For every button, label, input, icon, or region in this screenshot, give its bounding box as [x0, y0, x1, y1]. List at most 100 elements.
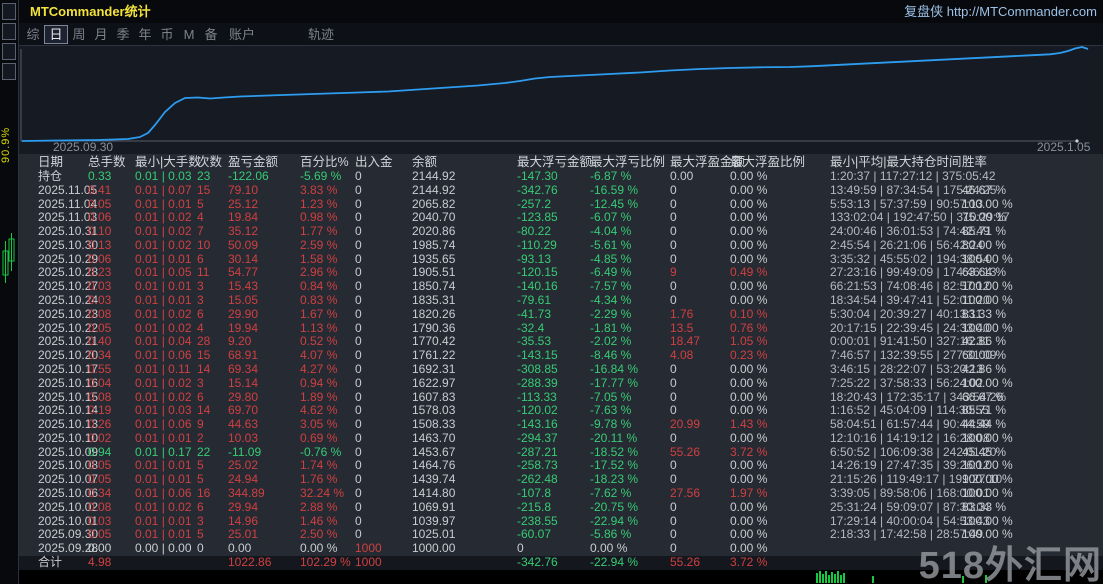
cell: 0.34	[88, 487, 135, 501]
cell	[412, 556, 517, 570]
col-header[interactable]: 最小|平均|最大持仓时间	[830, 154, 962, 170]
table-row[interactable]: 2025.10.290.060.01 | 0.01630.141.58 %019…	[18, 253, 1103, 267]
cell: 15	[197, 349, 228, 363]
cell: 2:45:54 | 26:21:06 | 56:42:24	[830, 239, 962, 253]
toolbar-button[interactable]	[2, 23, 16, 40]
col-header[interactable]: 最大浮盈比例	[730, 154, 830, 170]
col-header[interactable]: 百分比%	[300, 154, 355, 170]
table-row[interactable]: 2025.10.060.340.01 | 0.0616344.8932.24 %…	[18, 487, 1103, 501]
toolbar-button[interactable]	[2, 43, 16, 60]
menu-item-M[interactable]: M	[178, 26, 200, 43]
table-row[interactable]: 2025.10.100.020.01 | 0.01210.030.69 %014…	[18, 432, 1103, 446]
cell: 1000.00	[412, 542, 517, 556]
table-row[interactable]: 2025.11.030.060.01 | 0.02419.840.98 %020…	[18, 211, 1103, 225]
brand-link[interactable]: 复盘侠 http://MTCommander.com	[904, 0, 1097, 23]
table-row[interactable]: 2025.10.240.030.01 | 0.01315.050.83 %018…	[18, 294, 1103, 308]
cell: 0	[355, 515, 412, 529]
table-row[interactable]: 2025.10.210.400.01 | 0.04289.200.52 %017…	[18, 335, 1103, 349]
cell: 21:15:26 | 119:49:17 | 199:27:10	[830, 473, 962, 487]
table-row[interactable]: 2025.10.220.050.01 | 0.02419.941.13 %017…	[18, 322, 1103, 336]
menu-item-币[interactable]: 币	[156, 26, 178, 43]
cell: 7:25:22 | 37:58:33 | 56:24:02	[830, 377, 962, 391]
table-row[interactable]: 2025.11.040.050.01 | 0.01525.121.23 %020…	[18, 198, 1103, 212]
col-header[interactable]: 最小|大手数	[135, 154, 197, 170]
menu-item-日[interactable]: 日	[44, 25, 68, 44]
cell: 20.99	[670, 418, 730, 432]
cell: 2025.11.05	[38, 184, 88, 198]
cell: 0	[670, 211, 730, 225]
col-header[interactable]: 胜率	[962, 154, 1103, 170]
col-header[interactable]: 日期	[38, 154, 88, 170]
menu-item-备[interactable]: 备	[200, 26, 222, 43]
cell: 0.01 | 0.06	[135, 487, 197, 501]
cell: 1.67 %	[300, 308, 355, 322]
table-row[interactable]: 2025.11.050.410.01 | 0.071579.103.83 %02…	[18, 184, 1103, 198]
col-header[interactable]: 出入金	[355, 154, 412, 170]
cell: 0	[355, 446, 412, 460]
table-row[interactable]: 2025.10.160.040.01 | 0.02315.140.94 %016…	[18, 377, 1103, 391]
cell: 0	[670, 473, 730, 487]
table-row[interactable]: 2025.10.270.030.01 | 0.01315.430.84 %018…	[18, 280, 1103, 294]
col-header[interactable]: 最大浮亏比例	[590, 154, 670, 170]
col-header[interactable]: 总手数	[88, 154, 135, 170]
cell: 0	[670, 253, 730, 267]
toolbar-button[interactable]	[2, 3, 16, 20]
cell: 0.01 | 0.11	[135, 363, 197, 377]
cell: 0	[670, 225, 730, 239]
menu-item-综[interactable]: 综	[22, 26, 44, 43]
table-row[interactable]: 2025.10.150.080.01 | 0.02629.801.89 %016…	[18, 391, 1103, 405]
table-row[interactable]: 2025.10.130.260.01 | 0.06944.633.05 %015…	[18, 418, 1103, 432]
cell: -294.37	[517, 432, 590, 446]
cell: -20.75 %	[590, 501, 670, 515]
table-row[interactable]: 2025.10.200.340.01 | 0.061568.914.07 %01…	[18, 349, 1103, 363]
cell: 2025.10.20	[38, 349, 88, 363]
cell: 2020.86	[412, 225, 517, 239]
cell: 5:30:04 | 20:39:27 | 40:13:11	[830, 308, 962, 322]
table-row[interactable]: 持仓0.330.01 | 0.0323-122.06-5.69 %02144.9…	[18, 170, 1103, 184]
win-percent-vertical-label: 90.9%	[0, 103, 18, 187]
menu-item-季[interactable]: 季	[112, 26, 134, 43]
table-row[interactable]: 2025.10.010.030.01 | 0.01314.961.46 %010…	[18, 515, 1103, 529]
table-row[interactable]: 2025.10.070.050.01 | 0.01524.941.76 %014…	[18, 473, 1103, 487]
col-header[interactable]: 最大浮亏金额	[517, 154, 590, 170]
cell: 0	[670, 198, 730, 212]
cell: -9.78 %	[590, 418, 670, 432]
cell: 0.00 %	[730, 170, 830, 184]
cell: 0	[355, 377, 412, 391]
table-row[interactable]: 2025.10.280.230.01 | 0.051154.772.96 %01…	[18, 266, 1103, 280]
table-row[interactable]: 2025.10.300.130.01 | 0.021050.092.59 %01…	[18, 239, 1103, 253]
table-row[interactable]: 2025.10.310.100.01 | 0.02735.121.77 %020…	[18, 225, 1103, 239]
table-row[interactable]: 2025.10.020.080.01 | 0.02629.942.88 %010…	[18, 501, 1103, 515]
col-header[interactable]: 盈亏金额	[228, 154, 300, 170]
table-row[interactable]: 2025.10.140.190.01 | 0.031469.704.62 %01…	[18, 404, 1103, 418]
cell: 0.08	[88, 308, 135, 322]
toolbar-button[interactable]	[2, 63, 16, 80]
cell: -20.11 %	[590, 432, 670, 446]
table-row[interactable]: 2025.10.170.550.01 | 0.111469.344.27 %01…	[18, 363, 1103, 377]
cell: 合计	[38, 556, 88, 570]
table-row[interactable]: 2025.10.230.080.01 | 0.02629.901.67 %018…	[18, 308, 1103, 322]
cell: -8.46 %	[590, 349, 670, 363]
activity-tick	[834, 574, 836, 583]
menu-item-年[interactable]: 年	[134, 26, 156, 43]
cell: 2025.10.31	[38, 225, 88, 239]
cell: 2025.10.13	[38, 418, 88, 432]
menu-item-月[interactable]: 月	[90, 26, 112, 43]
cell: -110.29	[517, 239, 590, 253]
menu-item-账户[interactable]: 账户	[222, 26, 262, 43]
table-row[interactable]: 2025.10.080.050.01 | 0.01525.021.74 %014…	[18, 459, 1103, 473]
col-header[interactable]: 最大浮盈金额	[670, 154, 730, 170]
col-header[interactable]: 余额	[412, 154, 517, 170]
col-header[interactable]: 次数	[197, 154, 228, 170]
table-row[interactable]: 2025.10.090.940.01 | 0.1722-11.09-0.76 %…	[18, 446, 1103, 460]
cell: -41.73	[517, 308, 590, 322]
cell: 1622.97	[412, 377, 517, 391]
window-title: MTCommander统计	[30, 0, 151, 23]
cell: 0	[355, 253, 412, 267]
cell: 83.33 %	[962, 308, 1103, 322]
activity-tick	[822, 574, 824, 583]
cell: 2144.92	[412, 170, 517, 184]
menu-item-轨迹[interactable]: 轨迹	[308, 26, 334, 43]
cell: 0	[355, 170, 412, 184]
menu-item-周[interactable]: 周	[68, 26, 90, 43]
